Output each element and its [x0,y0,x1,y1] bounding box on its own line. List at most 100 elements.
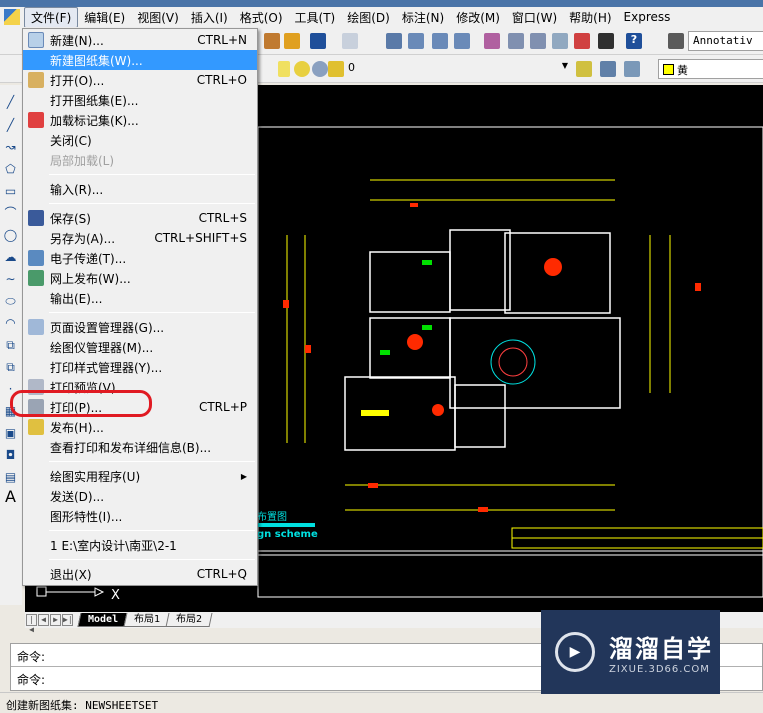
region-icon[interactable]: ◘ [3,448,18,462]
menu-bar: 文件(F) 编辑(E) 视图(V) 插入(I) 格式(O) 工具(T) 绘图(D… [0,6,763,28]
menu-item-plotter-manager[interactable]: 绘图仪管理器(M)... [23,337,257,357]
menu-item-import[interactable]: 输入(R)... [23,179,257,199]
menu-tools[interactable]: 工具(T) [289,8,342,27]
color-swatch [663,64,674,75]
menu-item-save[interactable]: 保存(S) CTRL+S [23,208,257,228]
polyline-icon[interactable]: ↝ [3,140,18,154]
item-label: 页面设置管理器(G)... [50,320,165,335]
color-combo[interactable]: 黄 [658,59,763,79]
arc-icon[interactable]: ⌒ [3,206,18,220]
item-shortcut: CTRL+Q [196,567,247,581]
properties-icon[interactable] [484,33,500,49]
polygon-icon[interactable]: ⬠ [3,162,18,176]
redo-icon[interactable] [342,33,358,49]
block-editor-icon[interactable] [284,33,300,49]
tab-model[interactable]: Model [77,613,129,627]
tool-palettes-icon[interactable] [530,33,546,49]
menu-item-save-as[interactable]: 另存为(A)... CTRL+SHIFT+S [23,228,257,248]
revcloud-icon[interactable]: ☁ [3,250,18,264]
zoom-window-icon[interactable] [432,33,448,49]
text-style-combo[interactable]: Annotativ [688,31,763,51]
menu-item-recent-file[interactable]: 1 E:\室内设计\南亚\2-1 [23,535,257,555]
menu-item-plot-details[interactable]: 查看打印和发布详细信息(B)... [23,437,257,457]
zoom-realtime-icon[interactable] [408,33,424,49]
menu-dimension[interactable]: 标注(N) [396,8,450,27]
sheet-set-icon[interactable] [552,33,568,49]
layer-lock-icon[interactable] [328,61,344,77]
menu-item-partial-load: 局部加载(L) [23,150,257,170]
insert-block-icon[interactable]: ⧉ [3,338,18,352]
first-tab-button[interactable]: |◀ [26,614,37,634]
menu-view[interactable]: 视图(V) [131,8,185,27]
menu-window[interactable]: 窗口(W) [506,8,563,27]
tab-layout2[interactable]: 布局2 [165,613,213,627]
menu-item-load-markup[interactable]: 加载标记集(K)... [23,110,257,130]
menu-express[interactable]: Express [618,9,677,25]
undo-icon[interactable] [310,33,326,49]
markup-icon[interactable] [574,33,590,49]
rectangle-icon[interactable]: ▭ [3,184,18,198]
circle-icon[interactable]: ◯ [3,228,18,242]
menu-item-export[interactable]: 输出(E)... [23,288,257,308]
layer-on-icon[interactable] [278,61,290,77]
menu-draw[interactable]: 绘图(D) [341,8,396,27]
tab-layout1[interactable]: 布局1 [123,613,171,627]
menu-item-new[interactable]: 新建(N)... CTRL+N [23,30,257,50]
drawing-title-cn: 布置图 [257,511,287,523]
design-center-icon[interactable] [508,33,524,49]
menu-item-exit[interactable]: 退出(X) CTRL+Q [23,564,257,584]
layer-viewport-icon[interactable] [312,61,328,77]
match-properties-icon[interactable] [264,33,280,49]
item-label: 网上发布(W)... [50,271,131,286]
menu-item-drawing-utilities[interactable]: 绘图实用程序(U) ▶ [23,466,257,486]
menu-edit[interactable]: 编辑(E) [78,8,131,27]
gradient-icon[interactable]: ▣ [3,426,18,440]
layer-states-icon[interactable] [624,61,640,77]
layer-combo[interactable]: 0 ▼ [344,59,572,79]
menu-item-publish-web[interactable]: 网上发布(W)... [23,268,257,288]
table-icon[interactable]: ▤ [3,470,18,484]
prev-tab-button[interactable]: ◀ [38,614,49,626]
menu-item-send[interactable]: 发送(D)... [23,486,257,506]
next-tab-button[interactable]: ▶ [50,614,61,626]
mtext-icon[interactable]: A [3,489,18,505]
menu-item-open-sheet-set[interactable]: 打开图纸集(E)... [23,90,257,110]
menu-item-publish[interactable]: 发布(H)... [23,417,257,437]
layer-freeze-icon[interactable] [294,61,310,77]
layer-previous-icon[interactable] [600,61,616,77]
menu-separator [49,530,255,531]
menu-insert[interactable]: 插入(I) [185,8,234,27]
menu-item-plot-style-manager[interactable]: 打印样式管理器(Y)... [23,357,257,377]
menu-help[interactable]: 帮助(H) [563,8,617,27]
spline-icon[interactable]: ∼ [3,272,18,286]
item-label: 输出(E)... [50,291,103,306]
menu-modify[interactable]: 修改(M) [450,8,506,27]
menu-item-new-sheet-set[interactable]: 新建图纸集(W)... [23,50,257,70]
menu-item-drawing-properties[interactable]: 图形特性(I)... [23,506,257,526]
menu-item-open[interactable]: 打开(O)... CTRL+O [23,70,257,90]
publish-icon [28,419,44,435]
item-label: 退出(X) [50,567,92,582]
zoom-previous-icon[interactable] [454,33,470,49]
pan-icon[interactable] [386,33,402,49]
make-layer-current-icon[interactable] [576,61,592,77]
ellipse-icon[interactable]: ⬭ [3,294,18,308]
menu-format[interactable]: 格式(O) [234,8,289,27]
app-icon[interactable] [4,9,20,25]
menu-item-page-setup[interactable]: 页面设置管理器(G)... [23,317,257,337]
construction-line-icon[interactable]: ╱ [3,118,18,132]
ellipse-arc-icon[interactable]: ◠ [3,316,18,330]
title-bar [0,0,763,7]
menu-item-etransmit[interactable]: 电子传递(T)... [23,248,257,268]
calculator-icon[interactable] [598,33,614,49]
layer-value: 0 [348,61,355,74]
make-block-icon[interactable]: ⧉ [3,360,18,374]
chevron-down-icon: ▼ [561,61,568,70]
menu-item-close[interactable]: 关闭(C) [23,130,257,150]
last-tab-button[interactable]: ▶| [62,614,73,626]
text-style-value: Annotativ [693,34,753,47]
help-icon[interactable]: ? [626,33,642,49]
text-style-icon[interactable] [668,33,684,49]
line-icon[interactable]: ╱ [3,95,18,109]
menu-file[interactable]: 文件(F) [24,6,79,28]
